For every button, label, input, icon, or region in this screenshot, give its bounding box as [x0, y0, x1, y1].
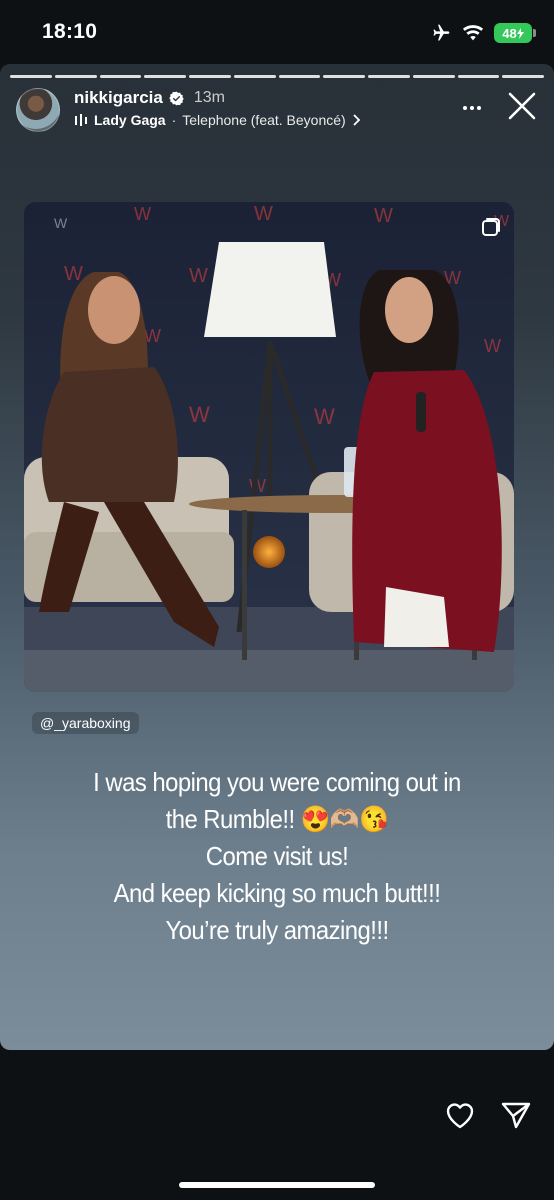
caption-line: And keep kicking so much butt!!!: [113, 878, 441, 908]
charging-bolt-icon: [516, 27, 524, 39]
svg-text:W: W: [484, 336, 501, 356]
music-attribution[interactable]: Lady Gaga · Telephone (feat. Beyoncé): [74, 112, 361, 128]
status-time: 18:10: [42, 20, 98, 43]
caption-line: Come visit us!: [205, 841, 349, 871]
svg-text:W: W: [189, 402, 210, 427]
photo-illustration: W W W W W W W W W W W W W W: [24, 202, 514, 692]
airplane-icon: [433, 24, 450, 41]
caption-line: You’re truly amazing!!!: [165, 915, 389, 945]
progress-segment: [278, 75, 321, 78]
progress-segment: [412, 75, 455, 78]
story-header: nikkigarcia 13m Lady Gaga · Telephone (f…: [16, 88, 544, 138]
battery-indicator: 48: [494, 23, 536, 43]
story-progress-bar: [10, 75, 544, 78]
battery-level: 48: [502, 25, 517, 41]
story-caption: I was hoping you were coming out in the R…: [59, 764, 495, 949]
caption-line: the Rumble!! 😍🫶🏼😘: [165, 804, 389, 834]
bottom-bar: [0, 1050, 554, 1200]
svg-text:W: W: [54, 215, 68, 231]
verified-badge-icon: [169, 91, 184, 105]
wifi-icon: [462, 25, 484, 41]
mention-sticker[interactable]: @_yaraboxing: [32, 712, 139, 734]
svg-text:W: W: [374, 205, 393, 227]
svg-text:W: W: [64, 263, 83, 285]
progress-segment: [10, 75, 52, 78]
avatar[interactable]: [16, 88, 60, 132]
progress-segment: [502, 75, 544, 78]
heart-icon[interactable]: [444, 1100, 476, 1130]
music-artist: Lady Gaga: [94, 112, 166, 128]
post-time: 13m: [193, 89, 225, 106]
svg-text:W: W: [134, 204, 151, 224]
progress-segment: [99, 75, 142, 78]
caption-line: I was hoping you were coming out in: [93, 767, 461, 797]
svg-text:W: W: [254, 203, 273, 225]
send-icon[interactable]: [500, 1100, 532, 1130]
status-bar: 18:10 48: [0, 0, 554, 64]
story-photo[interactable]: W W W W W W W W W W W W W W: [24, 202, 514, 692]
story-card[interactable]: nikkigarcia 13m Lady Gaga · Telephone (f…: [0, 64, 554, 1050]
progress-segment: [54, 75, 97, 78]
chevron-right-icon: [353, 114, 360, 126]
repost-icon[interactable]: [480, 216, 502, 238]
username-row: nikkigarcia 13m: [74, 88, 225, 108]
music-track: Telephone (feat. Beyoncé): [182, 112, 346, 128]
svg-text:W: W: [314, 404, 335, 429]
home-indicator[interactable]: [179, 1182, 375, 1188]
progress-segment: [233, 75, 276, 78]
username[interactable]: nikkigarcia: [74, 88, 163, 108]
progress-segment: [457, 75, 500, 78]
status-icons: 48: [430, 21, 536, 45]
more-icon[interactable]: [458, 98, 486, 118]
progress-segment: [323, 75, 365, 78]
music-separator: ·: [171, 112, 177, 128]
close-icon[interactable]: [506, 90, 538, 122]
svg-text:W: W: [189, 265, 208, 287]
progress-segment: [189, 75, 231, 78]
progress-segment: [368, 75, 410, 78]
music-bars-icon: [75, 114, 87, 126]
progress-segment: [144, 75, 186, 78]
